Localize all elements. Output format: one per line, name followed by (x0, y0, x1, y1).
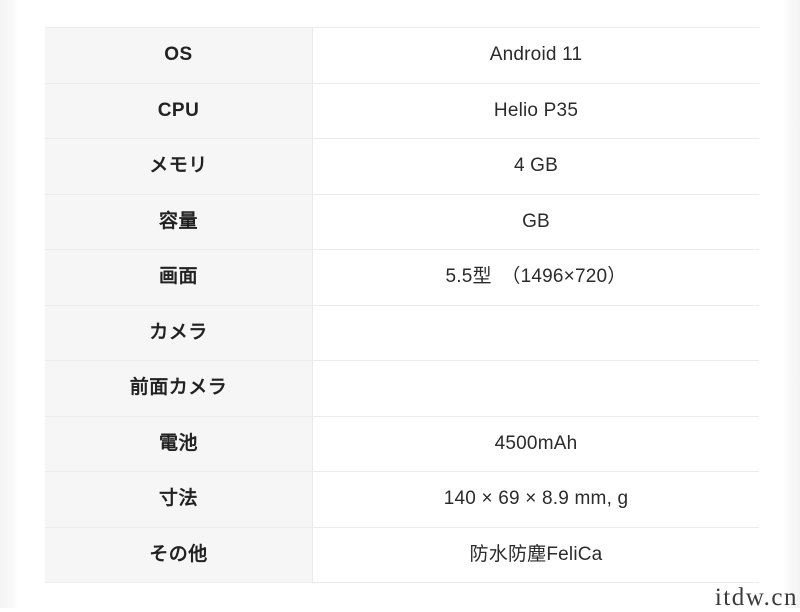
table-row: CPU Helio P35 (45, 82, 759, 139)
spec-label-cell: 寸法 (45, 471, 313, 528)
spec-label-cell: 電池 (45, 415, 313, 472)
spec-label-cell: メモリ (45, 138, 313, 195)
spec-value-cell: GB (312, 193, 759, 250)
spec-value-cell: 140 × 69 × 8.9 mm, g (312, 471, 759, 528)
table-row: OS Android 11 (45, 27, 759, 84)
page-left-edge-band (0, 0, 18, 608)
spec-value-cell: 4500mAh (312, 415, 759, 472)
page-right-edge-band (784, 0, 800, 608)
table-row: 寸法 140 × 69 × 8.9 mm, g (45, 471, 759, 528)
spec-value-cell: Android 11 (312, 27, 759, 84)
table-row: カメラ (45, 304, 759, 361)
table-row: 前面カメラ (45, 360, 759, 417)
spec-label-cell: 前面カメラ (45, 360, 313, 417)
spec-label-cell: OS (45, 27, 313, 84)
specification-table: OS Android 11 CPU Helio P35 メモリ 4 GB 容量 … (45, 27, 759, 583)
table-row: 画面 5.5型 （1496×720） (45, 249, 759, 306)
spec-label-cell: 容量 (45, 193, 313, 250)
spec-label-cell: その他 (45, 526, 313, 583)
spec-value-cell: 防水防塵FeliCa (312, 526, 759, 583)
table-row: その他 防水防塵FeliCa (45, 526, 759, 583)
spec-value-cell: 5.5型 （1496×720） (312, 249, 759, 306)
spec-sheet-page: OS Android 11 CPU Helio P35 メモリ 4 GB 容量 … (0, 0, 800, 611)
spec-label-cell: CPU (45, 82, 313, 139)
spec-value-cell: 4 GB (312, 138, 759, 195)
spec-value-cell (312, 304, 759, 361)
spec-value-cell: Helio P35 (312, 82, 759, 139)
spec-label-cell: カメラ (45, 304, 313, 361)
spec-label-cell: 画面 (45, 249, 313, 306)
table-row: 電池 4500mAh (45, 415, 759, 472)
table-row: 容量 GB (45, 193, 759, 250)
specification-table-body: OS Android 11 CPU Helio P35 メモリ 4 GB 容量 … (45, 27, 759, 583)
table-row: メモリ 4 GB (45, 138, 759, 195)
spec-value-cell (312, 360, 759, 417)
